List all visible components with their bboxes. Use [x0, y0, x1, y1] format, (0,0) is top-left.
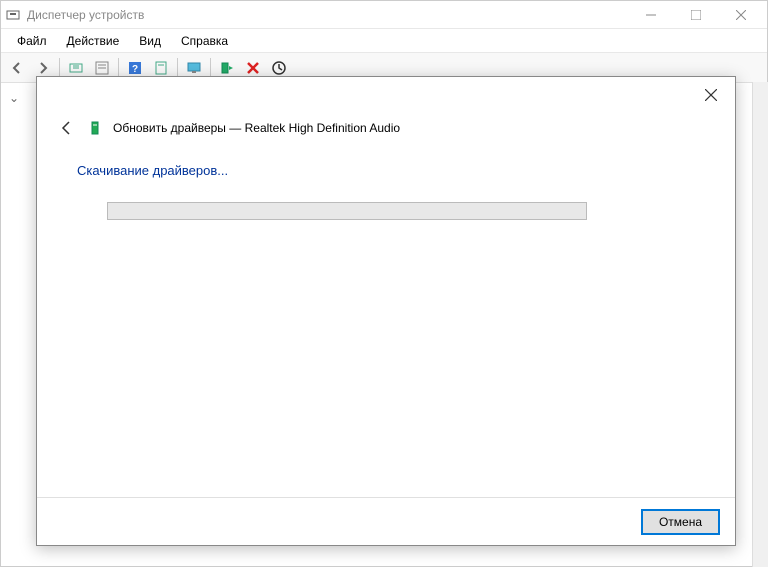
scrollbar[interactable] [752, 82, 768, 567]
app-icon [5, 7, 21, 23]
back-arrow-icon[interactable] [57, 118, 77, 138]
svg-text:?: ? [132, 64, 138, 75]
menubar: Файл Действие Вид Справка [1, 29, 767, 53]
menu-file[interactable]: Файл [9, 32, 55, 50]
dialog-title: Обновить драйверы — Realtek High Definit… [113, 121, 400, 135]
update-driver-dialog: Обновить драйверы — Realtek High Definit… [36, 76, 736, 546]
menu-view[interactable]: Вид [131, 32, 169, 50]
device-icon [87, 120, 103, 136]
window-controls [628, 1, 763, 29]
dialog-title-row: Обновить драйверы — Realtek High Definit… [37, 113, 735, 143]
menu-help[interactable]: Справка [173, 32, 236, 50]
toolbar-separator [118, 58, 119, 78]
toolbar-separator [59, 58, 60, 78]
tree-collapse-icon[interactable]: ⌄ [9, 91, 21, 105]
toolbar-separator [177, 58, 178, 78]
maximize-button[interactable] [673, 1, 718, 29]
cancel-button[interactable]: Отмена [642, 510, 719, 534]
dialog-footer: Отмена [37, 497, 735, 545]
dialog-close-button[interactable] [695, 81, 727, 109]
close-button[interactable] [718, 1, 763, 29]
minimize-button[interactable] [628, 1, 673, 29]
download-status: Скачивание драйверов... [77, 163, 695, 178]
toolbar-separator [210, 58, 211, 78]
window-title: Диспетчер устройств [27, 8, 628, 22]
dialog-body: Скачивание драйверов... [37, 143, 735, 497]
dialog-header [37, 77, 735, 113]
progress-bar [107, 202, 587, 220]
menu-action[interactable]: Действие [59, 32, 128, 50]
back-icon[interactable] [5, 56, 29, 80]
titlebar: Диспетчер устройств [1, 1, 767, 29]
